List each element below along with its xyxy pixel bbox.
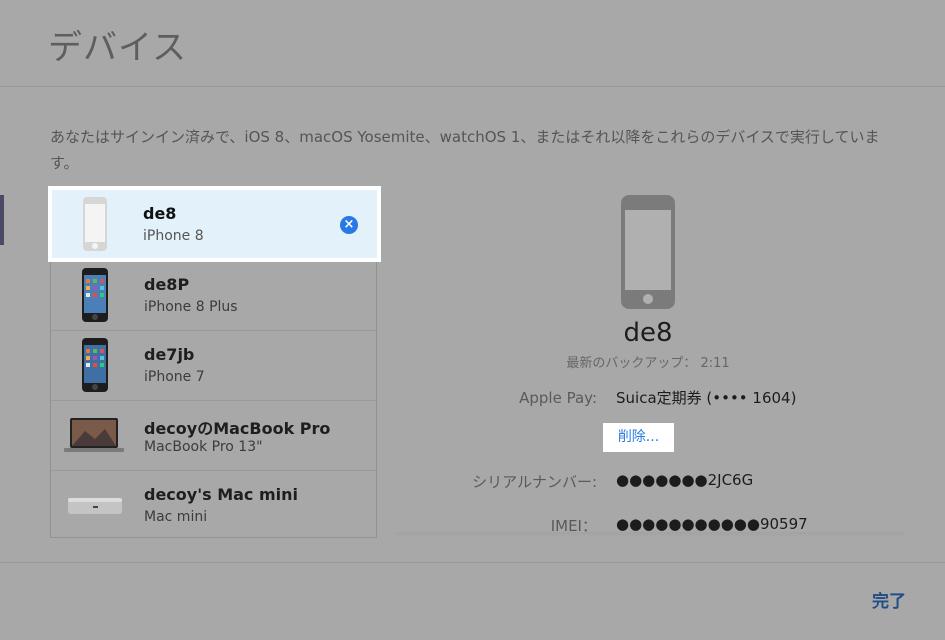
- device-name: de7jb: [144, 345, 195, 364]
- device-name: decoyのMacBook Pro: [144, 419, 331, 438]
- iphone-icon: [82, 268, 108, 322]
- remove-device-button[interactable]: ×: [340, 216, 358, 234]
- done-button[interactable]: 完了: [872, 587, 906, 612]
- device-name: de8P: [144, 275, 190, 294]
- apple-pay-value: Suica定期券 (•••• 1604): [616, 389, 797, 407]
- device-row-selected[interactable]: de8 iPhone 8 ×: [48, 186, 381, 262]
- device-model: iPhone 8: [143, 228, 204, 244]
- device-name: decoy's Mac mini: [144, 485, 299, 504]
- footer-divider: [0, 562, 945, 563]
- device-model: MacBook Pro 13": [144, 439, 263, 455]
- detail-scroll-edge: [395, 532, 905, 538]
- device-row-de8p[interactable]: de8P iPhone 8 Plus: [51, 261, 376, 331]
- device-large-icon: [621, 195, 675, 309]
- macbook-icon: [64, 418, 124, 452]
- device-row-macbook[interactable]: decoyのMacBook Pro MacBook Pro 13": [51, 401, 376, 471]
- apple-pay-label: Apple Pay:: [519, 389, 597, 407]
- imei-value: ●●●●●●●●●●●90597: [616, 515, 808, 533]
- device-model: iPhone 8 Plus: [144, 299, 238, 315]
- device-row-mac-mini[interactable]: decoy's Mac mini Mac mini: [51, 471, 376, 541]
- intro-text: あなたはサインイン済みで、iOS 8、macOS Yosemite、watchO…: [50, 128, 880, 172]
- selected-row-highlight: de8 iPhone 8 ×: [52, 190, 377, 258]
- iphone-outline-icon: [83, 197, 107, 251]
- devices-dialog: デバイス あなたはサインイン済みで、iOS 8、macOS Yosemite、w…: [0, 0, 945, 640]
- device-model: iPhone 7: [144, 369, 205, 385]
- detail-device-name: de8: [623, 318, 673, 348]
- mac-mini-icon: [68, 498, 122, 514]
- device-model: Mac mini: [144, 509, 208, 525]
- device-name: de8: [143, 204, 177, 223]
- detail-backup: 最新のバックアップ： 2:11: [566, 356, 730, 371]
- iphone-icon: [82, 338, 108, 392]
- device-row-de7jb[interactable]: de7jb iPhone 7: [51, 331, 376, 401]
- serial-value: ●●●●●●●2JC6G: [616, 471, 754, 489]
- divider: [0, 86, 945, 87]
- background-edge: [0, 195, 4, 245]
- dialog-title: デバイス: [48, 28, 187, 68]
- delete-apple-pay-link[interactable]: 削除...: [603, 423, 674, 452]
- serial-label: シリアルナンバー:: [472, 473, 597, 491]
